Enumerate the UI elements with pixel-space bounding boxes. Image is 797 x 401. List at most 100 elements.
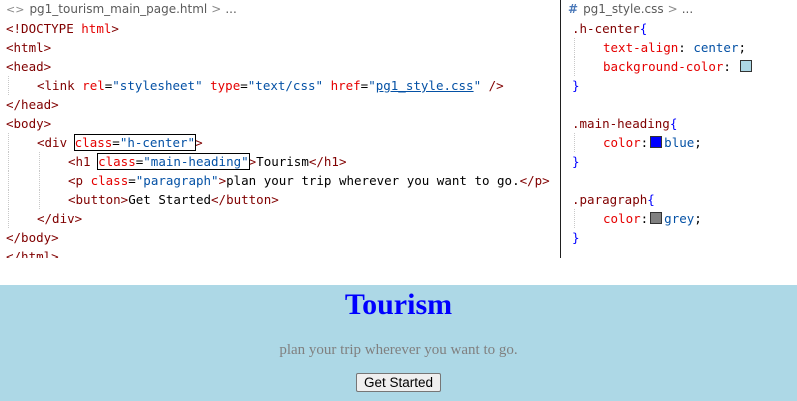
html-breadcrumb[interactable]: <> pg1_tourism_main_page.html >... <box>0 0 560 19</box>
html-code-line[interactable]: </body> <box>0 228 560 247</box>
preview-paragraph: plan your trip wherever you want to go. <box>279 342 518 358</box>
html-breadcrumb-more[interactable]: ... <box>225 2 236 16</box>
css-code-line[interactable] <box>562 95 797 114</box>
html-code-line[interactable]: <h1 class="main-heading">Tourism</h1> <box>0 152 560 171</box>
code-token: ; <box>694 135 702 150</box>
code-token: .h-center <box>572 21 640 36</box>
css-breadcrumb[interactable]: # pg1_style.css >... <box>562 0 797 19</box>
code-token: <html> <box>6 40 52 55</box>
code-token: text-align <box>603 40 679 55</box>
code-token: { <box>647 192 655 207</box>
code-token: > <box>111 21 119 36</box>
code-token: color <box>603 211 641 226</box>
css-editor-pane[interactable]: # pg1_style.css >... .h-center{text-align:… <box>562 0 797 258</box>
code-token: : <box>678 40 694 55</box>
code-token: class <box>98 154 136 169</box>
html-code-line[interactable]: <html> <box>0 38 560 57</box>
code-token: <button> <box>68 192 129 207</box>
css-code-line[interactable]: text-align: center; <box>562 38 797 57</box>
html-code-line[interactable]: <!DOCTYPE html> <box>0 19 560 38</box>
code-token: <!DOCTYPE <box>6 21 74 36</box>
highlighted-class-attribute: class="h-center" <box>73 134 197 151</box>
html-code-line[interactable]: <body> <box>0 114 560 133</box>
code-token: = <box>128 173 136 188</box>
indent-guide <box>574 57 575 76</box>
html-code-line[interactable]: </html> <box>0 247 560 258</box>
html-code-line[interactable]: <head> <box>0 57 560 76</box>
color-swatch[interactable] <box>740 60 753 72</box>
indent-guide <box>8 190 9 209</box>
get-started-button[interactable]: Get Started <box>355 373 442 392</box>
editor-divider[interactable] <box>560 0 561 258</box>
code-token: ; <box>738 40 747 55</box>
css-code-line[interactable]: .paragraph{ <box>562 190 797 209</box>
code-token: background-color <box>603 59 724 74</box>
code-token: "text/css" <box>247 78 324 93</box>
code-token: .paragraph <box>572 192 648 207</box>
code-token: </button> <box>211 192 279 207</box>
code-token: .main-heading <box>572 116 670 131</box>
css-code-line[interactable]: } <box>562 228 797 247</box>
css-code-line[interactable]: color: blue; <box>562 133 797 152</box>
color-swatch[interactable] <box>650 212 663 224</box>
code-token: <p <box>68 173 84 188</box>
chevron-right-icon: > <box>211 2 222 16</box>
css-code-line[interactable] <box>562 171 797 190</box>
code-token: "stylesheet" <box>112 78 203 93</box>
css-code-line[interactable]: } <box>562 152 797 171</box>
code-token: <head> <box>6 59 52 74</box>
code-token: </body> <box>6 230 59 245</box>
css-code-area[interactable]: .h-center{text-align: center; background-… <box>562 19 797 247</box>
code-token: <div <box>37 135 68 150</box>
css-code-line[interactable]: .h-center{ <box>562 19 797 38</box>
stylesheet-link[interactable]: pg1_style.css <box>376 78 474 93</box>
html-breadcrumb-file[interactable]: pg1_tourism_main_page.html <box>29 2 207 16</box>
code-token: } <box>572 78 580 93</box>
css-breadcrumb-file[interactable]: pg1_style.css <box>583 2 664 16</box>
code-token: <body> <box>6 116 52 131</box>
code-token: : <box>640 135 649 150</box>
html-code-line[interactable]: <link rel="stylesheet" type="text/css" h… <box>0 76 560 95</box>
code-token: Get Started <box>128 192 212 207</box>
code-token: </div> <box>37 211 83 226</box>
html-code-area[interactable]: <!DOCTYPE html> <html> <head> <link rel="st… <box>0 19 560 258</box>
code-token: : <box>640 211 649 226</box>
code-token: </head> <box>6 97 59 112</box>
html-editor-pane[interactable]: <> pg1_tourism_main_page.html >... <!DOCTY… <box>0 0 560 258</box>
code-token: <link <box>37 78 75 93</box>
html-file-icon: <> <box>6 3 25 16</box>
code-token: grey <box>664 211 695 226</box>
css-code-line[interactable]: .main-heading{ <box>562 114 797 133</box>
css-breadcrumb-more[interactable]: ... <box>682 2 693 16</box>
indent-guide <box>574 209 575 228</box>
code-token: class <box>90 173 129 188</box>
indent-guide <box>39 152 40 171</box>
html-code-line[interactable]: <div class="h-center"> <box>0 133 560 152</box>
css-code-line[interactable]: } <box>562 76 797 95</box>
html-code-line[interactable]: <p class="paragraph">plan your trip wher… <box>0 171 560 190</box>
code-token: = <box>240 78 248 93</box>
html-code-line[interactable]: </head> <box>0 95 560 114</box>
css-code-line[interactable]: background-color: <box>562 57 797 76</box>
code-token: color <box>603 135 641 150</box>
code-token: </p> <box>519 173 550 188</box>
css-code-line[interactable]: color: grey; <box>562 209 797 228</box>
code-token: : <box>723 59 739 74</box>
html-code-line[interactable]: <button>Get Started</button> <box>0 190 560 209</box>
code-token: "h-center" <box>119 135 196 150</box>
code-token: > <box>218 173 227 188</box>
html-code-line[interactable]: </div> <box>0 209 560 228</box>
preview-heading: Tourism <box>344 288 453 321</box>
code-token: center <box>693 40 739 55</box>
color-swatch[interactable] <box>650 136 663 148</box>
indent-guide <box>574 38 575 57</box>
browser-preview: Tourism plan your trip wherever you want… <box>0 285 797 401</box>
code-token: type <box>210 78 241 93</box>
code-token: </h1> <box>308 154 347 169</box>
code-token: { <box>639 21 648 36</box>
indent-guide <box>8 133 9 152</box>
